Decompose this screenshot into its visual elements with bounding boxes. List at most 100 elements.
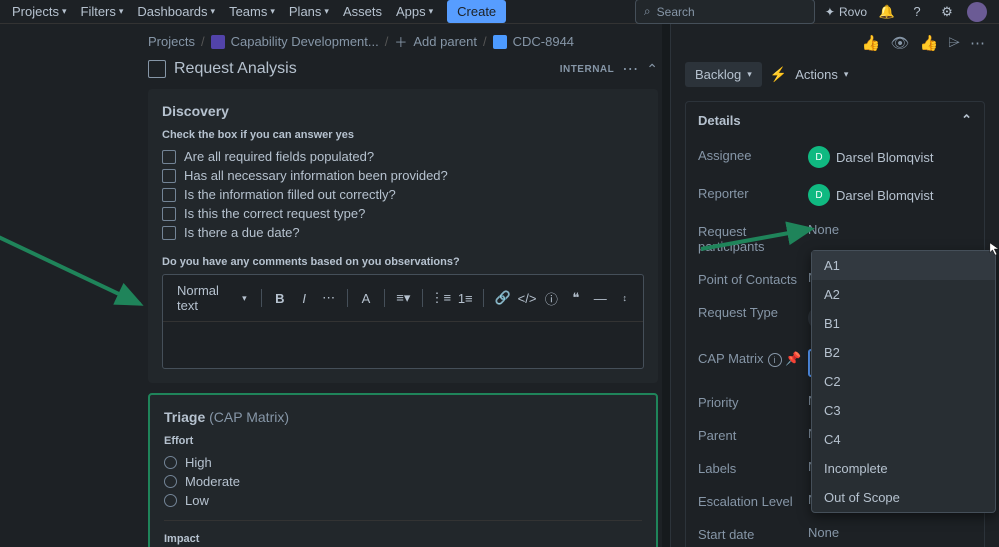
page-title: Request Analysis <box>174 60 552 78</box>
radio-icon[interactable] <box>164 456 177 469</box>
details-panel: 👍 👁 👍 ⌲ ⋯ Backlog▾ ⚡ Actions▾ Details⌃ A… <box>670 24 999 547</box>
code-icon[interactable]: </> <box>517 287 537 309</box>
more-format-icon[interactable]: ⋯ <box>318 287 338 309</box>
nav-dashboards[interactable]: Dashboards▾ <box>137 4 215 19</box>
check-heading: Check the box if you can answer yes <box>162 129 644 141</box>
checkbox-icon[interactable] <box>162 207 176 221</box>
notifications-icon[interactable]: 🔔 <box>877 2 897 22</box>
create-button[interactable]: Create <box>447 0 506 23</box>
radio-icon[interactable] <box>164 494 177 507</box>
profile-avatar[interactable] <box>967 2 987 22</box>
parent-label: Parent <box>698 426 808 443</box>
settings-icon[interactable]: ⚙ <box>937 2 957 22</box>
top-nav: Projects▾ Filters▾ Dashboards▾ Teams▾ Pl… <box>0 0 999 24</box>
divider-icon[interactable]: — <box>590 287 610 309</box>
text-color-icon[interactable]: A <box>356 287 376 309</box>
bc-project[interactable]: Capability Development... <box>231 34 379 49</box>
search-icon: ⌕ <box>644 4 651 19</box>
expand-icon[interactable]: ↕ <box>614 287 634 309</box>
more-menu-icon[interactable]: ⋯ <box>622 59 638 79</box>
info-panel-icon[interactable]: ⓘ <box>541 287 561 309</box>
nav-apps[interactable]: Apps▾ <box>396 4 433 19</box>
rich-editor[interactable]: Normal text▾ B I ⋯ A ≡▾ ⋮≡ 1≡ 🔗 </> ⓘ <box>162 274 644 369</box>
breadcrumb: Projects / Capability Development... / ＋… <box>148 32 658 51</box>
dropdown-option[interactable]: A1 <box>812 251 995 280</box>
info-icon[interactable]: i <box>768 353 782 367</box>
radio-option[interactable]: High <box>164 453 642 472</box>
nav-teams[interactable]: Teams▾ <box>229 4 275 19</box>
checkbox-icon[interactable] <box>162 169 176 183</box>
bolt-icon: ⚡ <box>770 66 787 83</box>
checkbox-icon[interactable] <box>162 188 176 202</box>
req-participants-value[interactable]: None <box>808 222 972 237</box>
nav-projects[interactable]: Projects▾ <box>12 4 67 19</box>
check-item[interactable]: Has all necessary information been provi… <box>162 166 644 185</box>
radio-icon[interactable] <box>164 475 177 488</box>
request-type-label: Request Type <box>698 303 808 320</box>
global-search[interactable]: ⌕Search <box>635 0 815 24</box>
document-icon <box>148 60 166 78</box>
dropdown-option[interactable]: C4 <box>812 425 995 454</box>
dropdown-option[interactable]: B1 <box>812 309 995 338</box>
watch-icon[interactable]: 👁 <box>891 34 910 52</box>
bc-projects[interactable]: Projects <box>148 34 195 49</box>
mouse-cursor-icon <box>989 242 999 256</box>
start-date-label: Start date <box>698 525 808 542</box>
help-icon[interactable]: ? <box>907 2 927 22</box>
pin-icon[interactable]: 📌 <box>785 351 801 366</box>
number-list-icon[interactable]: 1≡ <box>455 287 475 309</box>
feedback-icon[interactable]: 👍 <box>862 34 881 52</box>
nav-plans[interactable]: Plans▾ <box>289 4 329 19</box>
quote-icon[interactable]: ❝ <box>566 287 586 309</box>
assignee-value[interactable]: DDarsel Blomqvist <box>808 146 972 168</box>
dropdown-option[interactable]: Out of Scope <box>812 483 995 512</box>
checkbox-icon[interactable] <box>162 226 176 240</box>
reporter-value[interactable]: DDarsel Blomqvist <box>808 184 972 206</box>
checkbox-icon[interactable] <box>162 150 176 164</box>
check-item[interactable]: Are all required fields populated? <box>162 147 644 166</box>
actions-dropdown[interactable]: Actions▾ <box>795 67 848 82</box>
escalation-label: Escalation Level <box>698 492 808 509</box>
start-date-value[interactable]: None <box>808 525 972 540</box>
reporter-label: Reporter <box>698 184 808 201</box>
dropdown-option[interactable]: A2 <box>812 280 995 309</box>
share-icon[interactable]: ⌲ <box>948 34 960 52</box>
issue-content: Projects / Capability Development... / ＋… <box>0 24 670 547</box>
plus-icon: ＋ <box>394 32 407 51</box>
collapse-icon[interactable]: ⌃ <box>646 61 658 78</box>
text-style-select[interactable]: Normal text▾ <box>171 281 253 315</box>
req-participants-label: Request participants <box>698 222 808 254</box>
obs-heading: Do you have any comments based on you ob… <box>162 256 644 268</box>
details-header[interactable]: Details⌃ <box>686 102 984 138</box>
bc-ticket[interactable]: CDC-8944 <box>513 34 574 49</box>
issue-type-icon <box>493 35 507 49</box>
priority-label: Priority <box>698 393 808 410</box>
more-actions-icon[interactable]: ⋯ <box>970 34 985 52</box>
discovery-heading: Discovery <box>162 103 644 119</box>
vote-icon[interactable]: 👍 <box>920 34 939 52</box>
align-icon[interactable]: ≡▾ <box>393 287 413 309</box>
link-icon[interactable]: 🔗 <box>492 287 512 309</box>
radio-option[interactable]: Moderate <box>164 472 642 491</box>
dropdown-option[interactable]: C2 <box>812 367 995 396</box>
check-item[interactable]: Is this the correct request type? <box>162 204 644 223</box>
add-parent-link[interactable]: Add parent <box>413 34 477 49</box>
nav-filters[interactable]: Filters▾ <box>81 4 124 19</box>
triage-heading: Triage (CAP Matrix) <box>164 409 642 425</box>
rovo-button[interactable]: ✦Rovo <box>825 5 867 19</box>
nav-assets[interactable]: Assets <box>343 4 382 19</box>
check-item[interactable]: Is the information filled out correctly? <box>162 185 644 204</box>
effort-label: Effort <box>164 435 642 447</box>
dropdown-option[interactable]: C3 <box>812 396 995 425</box>
radio-option[interactable]: Low <box>164 491 642 510</box>
italic-icon[interactable]: I <box>294 287 314 309</box>
dropdown-option[interactable]: B2 <box>812 338 995 367</box>
sparkle-icon: ✦ <box>825 5 835 19</box>
bullet-list-icon[interactable]: ⋮≡ <box>430 287 451 309</box>
project-icon <box>211 35 225 49</box>
check-item[interactable]: Is there a due date? <box>162 223 644 242</box>
dropdown-option[interactable]: Incomplete <box>812 454 995 483</box>
status-dropdown[interactable]: Backlog▾ <box>685 62 762 87</box>
bold-icon[interactable]: B <box>270 287 290 309</box>
triage-card: Triage (CAP Matrix) Effort High Moderate… <box>148 393 658 547</box>
